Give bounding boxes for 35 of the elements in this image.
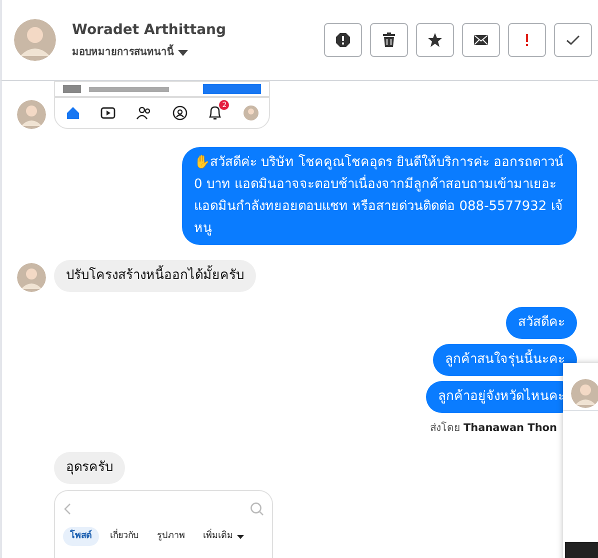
assign-conversation-dropdown[interactable]: มอบหมายการสนทนานี้ — [72, 45, 226, 60]
search-icon — [250, 502, 264, 516]
mark-unread-button[interactable] — [462, 23, 500, 57]
groups-icon — [172, 105, 188, 121]
video-icon — [100, 105, 116, 121]
message-bubble: สวัสดีคะ — [506, 307, 577, 339]
avatar — [243, 105, 260, 121]
caret-icon — [237, 534, 244, 538]
done-button[interactable] — [554, 23, 592, 57]
action-button-shape — [203, 84, 261, 94]
star-button[interactable] — [416, 23, 454, 57]
envelope-icon — [473, 32, 489, 48]
thumbnail — [63, 85, 81, 93]
message-bubble: ปรับโครงสร้างหนี้ออกได้มั้ยครับ — [54, 260, 256, 292]
delete-button[interactable] — [370, 23, 408, 57]
message-bubble: ลูกค้าสนใจรุ่นนี้นะคะ — [433, 344, 577, 376]
avatar — [14, 19, 56, 61]
avatar — [571, 379, 598, 408]
sender-note: ส่งโดย Thanawan Thon — [430, 421, 557, 436]
friends-icon — [136, 105, 152, 121]
message-bubble: ✋สวัสดีค่ะ บริษัท โชคคูณโชคอุดร ยินดีให้บริการค่ะ ออกรถดาวน์ 0 บาท แอดมินอาจจะตอบช้าเนื่องจากมีลูกค้าสอบถามเข้ามาเยอะ แอดมินกำลังทยอยตอบแชท หรือสายด่วนติดต่อ 088-5577932 เจ้หนู — [182, 147, 577, 245]
spam-button[interactable] — [324, 23, 362, 57]
profile-tab[interactable]: เพิ่มเติม — [196, 526, 251, 546]
bell-icon — [207, 105, 224, 121]
profile-tab[interactable]: โพสต์ — [63, 526, 99, 546]
caret-icon — [178, 50, 188, 56]
profile-tab[interactable]: รูปภาพ — [150, 526, 192, 546]
trash-icon — [381, 32, 397, 48]
home-icon — [64, 105, 81, 121]
contact-name: Woradet Arthittang — [72, 21, 226, 40]
back-icon — [63, 502, 71, 515]
spam-icon — [335, 32, 351, 48]
message-bubble: อุดรครับ — [54, 452, 125, 484]
star-icon — [427, 32, 443, 48]
profile-tab[interactable]: เกี่ยวกับ — [103, 526, 146, 546]
